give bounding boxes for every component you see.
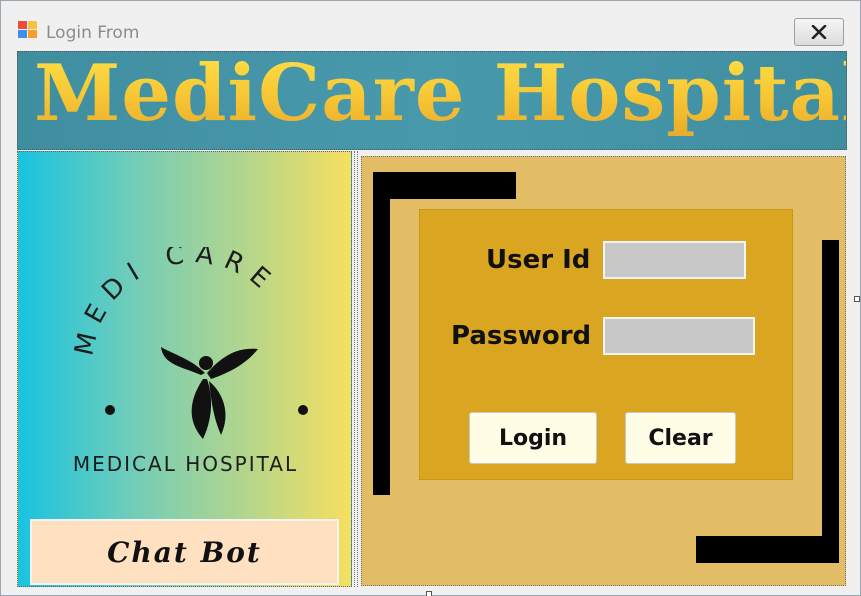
leaf-person-icon: [161, 347, 258, 439]
panel-splitter[interactable]: [354, 151, 358, 587]
window-title: Login From: [46, 23, 140, 43]
title-bar[interactable]: Login From: [1, 1, 860, 46]
user-id-label: User Id: [486, 245, 591, 275]
resize-grip-right[interactable]: [854, 296, 860, 302]
login-window: Login From MediCare Hospital MEDI CARE M…: [0, 0, 861, 596]
password-label: Password: [451, 321, 592, 351]
user-id-input[interactable]: [603, 241, 746, 279]
logo-panel: MEDI CARE MEDICAL HOSPITAL Chat Bot: [17, 151, 352, 587]
clear-button[interactable]: Clear: [625, 412, 736, 464]
login-button[interactable]: Login: [469, 412, 597, 464]
bracket-bottom-horizontal: [696, 536, 839, 563]
bracket-top-horizontal: [373, 172, 516, 199]
bracket-top-vertical: [373, 172, 390, 495]
close-icon: [811, 25, 827, 39]
bracket-bottom-vertical: [822, 240, 839, 563]
password-input[interactable]: [603, 317, 755, 355]
header-banner: MediCare Hospital: [17, 51, 847, 150]
medicare-logo: MEDI CARE: [69, 247, 308, 439]
chat-bot-button[interactable]: Chat Bot: [30, 519, 339, 585]
login-panel: User Id Password Login Clear: [361, 156, 846, 586]
close-button[interactable]: [794, 18, 844, 46]
login-form: User Id Password Login Clear: [419, 209, 793, 480]
banner-title: MediCare Hospital: [34, 52, 846, 139]
logo-caption: MEDICAL HOSPITAL: [72, 452, 299, 476]
windows-form-icon: [18, 21, 37, 38]
resize-grip-bottom[interactable]: [426, 591, 432, 596]
logo-arc-text: MEDI CARE: [69, 247, 283, 358]
